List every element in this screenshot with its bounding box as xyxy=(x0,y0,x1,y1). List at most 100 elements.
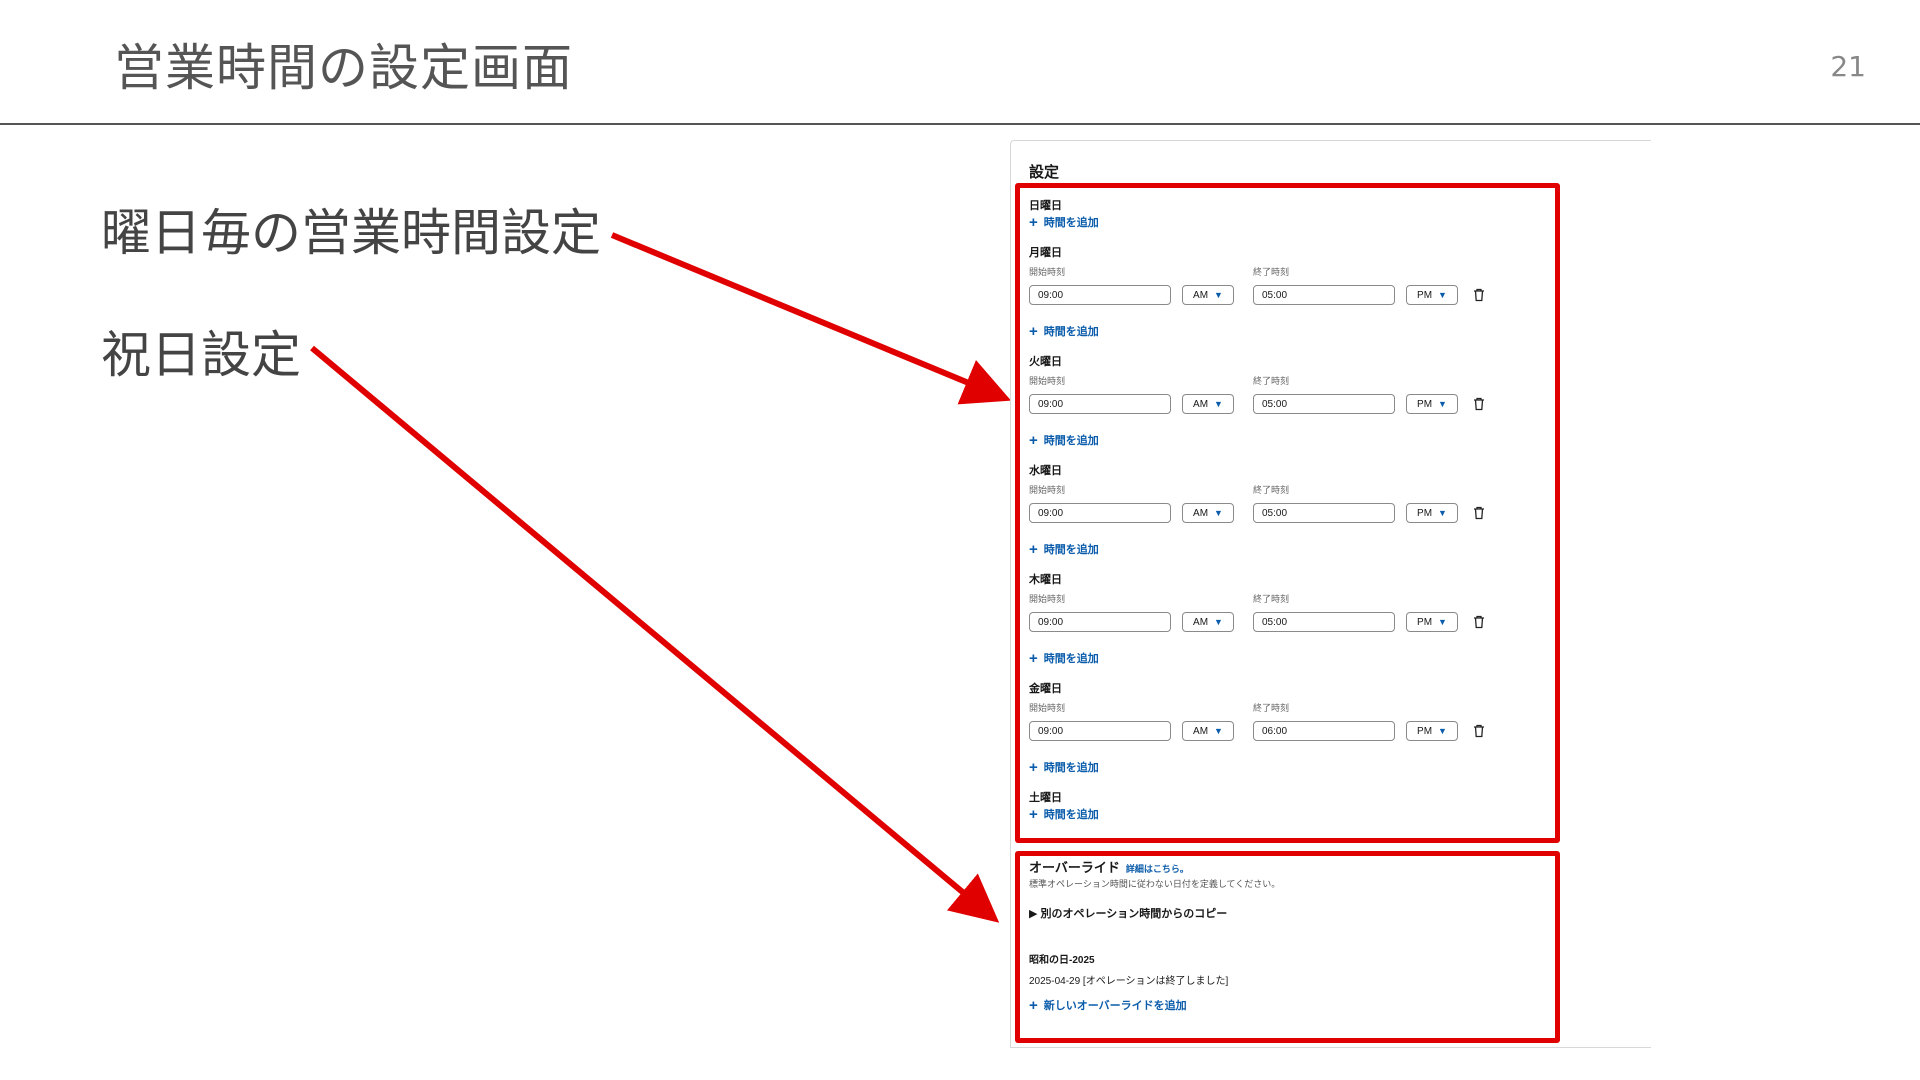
plus-icon: + xyxy=(1029,213,1038,231)
period-value: AM xyxy=(1193,398,1209,410)
start-time-label: 開始時刻 xyxy=(1029,485,1066,495)
friday-end-period-select[interactable]: PM ▼ xyxy=(1406,721,1458,741)
page-number: 21 xyxy=(1830,50,1866,83)
callout-holiday-settings: 祝日設定 xyxy=(101,326,301,384)
caret-down-icon: ▼ xyxy=(1438,508,1447,518)
arrow-weekday xyxy=(610,232,1012,405)
tuesday-end-period-select[interactable]: PM ▼ xyxy=(1406,394,1458,414)
holiday-override-name: 昭和の日-2025 xyxy=(1029,955,1095,966)
wednesday-end-period-select[interactable]: PM ▼ xyxy=(1406,503,1458,523)
trash-icon[interactable] xyxy=(1473,724,1485,738)
period-value: PM xyxy=(1417,289,1433,301)
wednesday-end-time-input[interactable] xyxy=(1253,503,1395,523)
period-value: AM xyxy=(1193,725,1209,737)
plus-icon: + xyxy=(1029,996,1038,1014)
plus-icon: + xyxy=(1029,805,1038,823)
add-new-override-button[interactable]: + 新しいオーバーライドを追加 xyxy=(1029,997,1187,1013)
trash-icon[interactable] xyxy=(1473,506,1485,520)
add-time-wednesday[interactable]: + 時間を追加 xyxy=(1029,541,1099,557)
period-value: PM xyxy=(1417,398,1433,410)
day-label-wednesday: 水曜日 xyxy=(1029,465,1062,477)
thursday-end-period-select[interactable]: PM ▼ xyxy=(1406,612,1458,632)
thursday-start-period-select[interactable]: AM ▼ xyxy=(1182,612,1234,632)
friday-start-time-input[interactable] xyxy=(1029,721,1171,741)
trash-icon[interactable] xyxy=(1473,397,1485,411)
add-time-sunday[interactable]: + 時間を追加 xyxy=(1029,214,1099,230)
learn-more-link[interactable]: 詳細はこちら。 xyxy=(1126,864,1189,874)
end-time-label: 終了時刻 xyxy=(1253,594,1290,604)
plus-icon: + xyxy=(1029,540,1038,558)
monday-start-period-select[interactable]: AM ▼ xyxy=(1182,285,1234,305)
day-label-tuesday: 火曜日 xyxy=(1029,356,1062,368)
caret-down-icon: ▼ xyxy=(1438,726,1447,736)
monday-end-time-input[interactable] xyxy=(1253,285,1395,305)
plus-icon: + xyxy=(1029,649,1038,667)
tuesday-start-period-select[interactable]: AM ▼ xyxy=(1182,394,1234,414)
start-time-label: 開始時刻 xyxy=(1029,594,1066,604)
add-time-thursday[interactable]: + 時間を追加 xyxy=(1029,650,1099,666)
monday-start-time-input[interactable] xyxy=(1029,285,1171,305)
add-time-label: 時間を追加 xyxy=(1043,653,1099,665)
caret-down-icon: ▼ xyxy=(1214,290,1223,300)
add-time-friday[interactable]: + 時間を追加 xyxy=(1029,759,1099,775)
plus-icon: + xyxy=(1029,758,1038,776)
wednesday-start-time-input[interactable] xyxy=(1029,503,1171,523)
thursday-start-time-input[interactable] xyxy=(1029,612,1171,632)
title-divider xyxy=(0,123,1920,125)
add-time-label: 時間を追加 xyxy=(1043,435,1099,447)
add-time-label: 時間を追加 xyxy=(1043,326,1099,338)
caret-down-icon: ▼ xyxy=(1438,617,1447,627)
plus-icon: + xyxy=(1029,322,1038,340)
callout-weekday-hours: 曜日毎の営業時間設定 xyxy=(101,204,601,262)
end-time-label: 終了時刻 xyxy=(1253,267,1290,277)
arrow-holiday xyxy=(310,345,1000,923)
period-value: AM xyxy=(1193,507,1209,519)
end-time-label: 終了時刻 xyxy=(1253,703,1290,713)
override-title: オーバーライド xyxy=(1029,860,1120,875)
trash-icon[interactable] xyxy=(1473,615,1485,629)
trash-icon[interactable] xyxy=(1473,288,1485,302)
tuesday-end-time-input[interactable] xyxy=(1253,394,1395,414)
settings-screenshot-panel: 設定 日曜日 + 時間を追加 月曜日 開始時刻 終了時刻 AM ▼ PM ▼ +… xyxy=(1010,140,1651,1048)
friday-end-time-input[interactable] xyxy=(1253,721,1395,741)
caret-down-icon: ▼ xyxy=(1438,399,1447,409)
end-time-label: 終了時刻 xyxy=(1253,376,1290,386)
copy-from-other-hours-toggle[interactable]: ▶ 別のオペレーション時間からのコピー xyxy=(1029,905,1227,921)
override-description: 標準オペレーション時間に従わない日付を定義してください。 xyxy=(1029,879,1281,889)
caret-down-icon: ▼ xyxy=(1214,399,1223,409)
thursday-end-time-input[interactable] xyxy=(1253,612,1395,632)
add-time-tuesday[interactable]: + 時間を追加 xyxy=(1029,432,1099,448)
period-value: AM xyxy=(1193,289,1209,301)
start-time-label: 開始時刻 xyxy=(1029,267,1066,277)
add-time-saturday[interactable]: + 時間を追加 xyxy=(1029,806,1099,822)
caret-down-icon: ▼ xyxy=(1214,726,1223,736)
caret-down-icon: ▼ xyxy=(1214,508,1223,518)
period-value: PM xyxy=(1417,507,1433,519)
add-new-override-label: 新しいオーバーライドを追加 xyxy=(1043,1000,1187,1012)
period-value: PM xyxy=(1417,616,1433,628)
friday-start-period-select[interactable]: AM ▼ xyxy=(1182,721,1234,741)
day-label-saturday: 土曜日 xyxy=(1029,792,1062,804)
add-time-monday[interactable]: + 時間を追加 xyxy=(1029,323,1099,339)
settings-heading: 設定 xyxy=(1029,164,1060,181)
caret-down-icon: ▼ xyxy=(1214,617,1223,627)
period-value: AM xyxy=(1193,616,1209,628)
day-label-monday: 月曜日 xyxy=(1029,247,1062,259)
plus-icon: + xyxy=(1029,431,1038,449)
monday-end-period-select[interactable]: PM ▼ xyxy=(1406,285,1458,305)
slide-title: 営業時間の設定画面 xyxy=(114,39,573,97)
add-time-label: 時間を追加 xyxy=(1043,217,1099,229)
start-time-label: 開始時刻 xyxy=(1029,703,1066,713)
day-label-friday: 金曜日 xyxy=(1029,683,1062,695)
tuesday-start-time-input[interactable] xyxy=(1029,394,1171,414)
override-heading: オーバーライド 詳細はこちら。 xyxy=(1029,857,1189,876)
day-label-thursday: 木曜日 xyxy=(1029,574,1062,586)
add-time-label: 時間を追加 xyxy=(1043,809,1099,821)
start-time-label: 開始時刻 xyxy=(1029,376,1066,386)
holiday-override-date: 2025-04-29 [オペレーションは終了しました] xyxy=(1029,976,1229,987)
caret-down-icon: ▼ xyxy=(1438,290,1447,300)
period-value: PM xyxy=(1417,725,1433,737)
wednesday-start-period-select[interactable]: AM ▼ xyxy=(1182,503,1234,523)
end-time-label: 終了時刻 xyxy=(1253,485,1290,495)
add-time-label: 時間を追加 xyxy=(1043,544,1099,556)
